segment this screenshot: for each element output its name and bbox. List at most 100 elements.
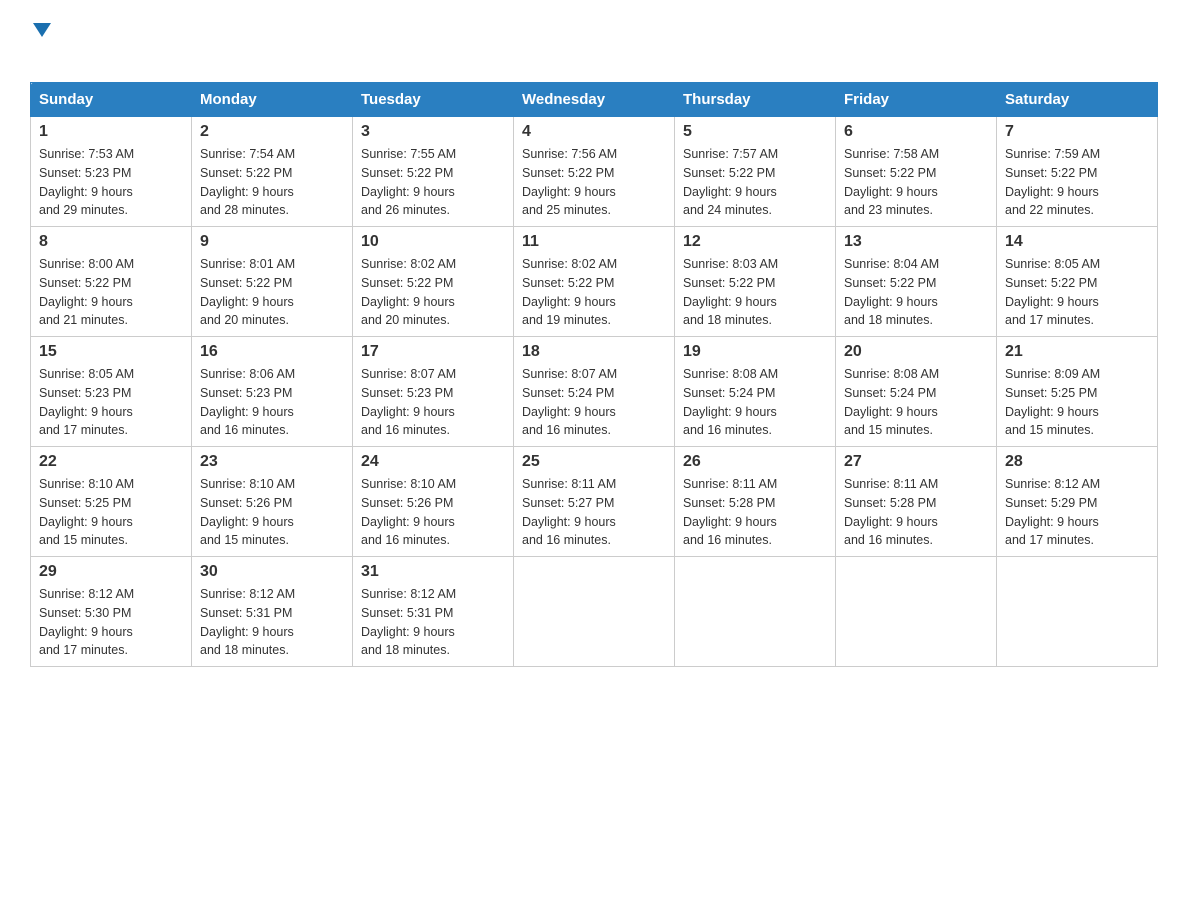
day-number: 7 (1005, 123, 1149, 141)
page-header (30, 20, 1158, 62)
calendar-cell (836, 557, 997, 667)
day-info: Sunrise: 8:12 AMSunset: 5:30 PMDaylight:… (39, 587, 134, 657)
day-number: 9 (200, 233, 344, 251)
calendar-week-row: 22 Sunrise: 8:10 AMSunset: 5:25 PMDayligh… (31, 447, 1158, 557)
col-header-saturday: Saturday (997, 83, 1158, 117)
calendar-cell: 6 Sunrise: 7:58 AMSunset: 5:22 PMDaylight… (836, 117, 997, 227)
calendar-cell: 8 Sunrise: 8:00 AMSunset: 5:22 PMDaylight… (31, 227, 192, 337)
calendar-cell: 4 Sunrise: 7:56 AMSunset: 5:22 PMDaylight… (514, 117, 675, 227)
calendar-cell: 29Sunrise: 8:12 AMSunset: 5:30 PMDayligh… (31, 557, 192, 667)
calendar-cell: 26Sunrise: 8:11 AMSunset: 5:28 PMDayligh… (675, 447, 836, 557)
day-info: Sunrise: 8:02 AMSunset: 5:22 PMDaylight:… (361, 257, 456, 327)
day-info: Sunrise: 8:05 AMSunset: 5:22 PMDaylight:… (1005, 257, 1100, 327)
day-number: 1 (39, 123, 183, 141)
day-number: 22 (39, 453, 183, 471)
calendar-week-row: 15Sunrise: 8:05 AMSunset: 5:23 PMDayligh… (31, 337, 1158, 447)
calendar-cell: 1 Sunrise: 7:53 AMSunset: 5:23 PMDaylight… (31, 117, 192, 227)
day-number: 6 (844, 123, 988, 141)
day-number: 24 (361, 453, 505, 471)
calendar-cell: 23 Sunrise: 8:10 AMSunset: 5:26 PMDayligh… (192, 447, 353, 557)
logo (30, 20, 51, 62)
calendar-cell: 16 Sunrise: 8:06 AMSunset: 5:23 PMDayligh… (192, 337, 353, 447)
day-number: 2 (200, 123, 344, 141)
day-info: Sunrise: 8:03 AMSunset: 5:22 PMDaylight:… (683, 257, 778, 327)
day-info: Sunrise: 7:58 AMSunset: 5:22 PMDaylight:… (844, 147, 939, 217)
day-info: Sunrise: 8:11 AMSunset: 5:28 PMDaylight:… (683, 477, 777, 547)
day-info: Sunrise: 8:00 AMSunset: 5:22 PMDaylight:… (39, 257, 134, 327)
day-info: Sunrise: 7:54 AMSunset: 5:22 PMDaylight:… (200, 147, 295, 217)
day-number: 11 (522, 233, 666, 251)
day-info: Sunrise: 8:12 AMSunset: 5:29 PMDaylight:… (1005, 477, 1100, 547)
day-info: Sunrise: 8:09 AMSunset: 5:25 PMDaylight:… (1005, 367, 1100, 437)
day-info: Sunrise: 8:01 AMSunset: 5:22 PMDaylight:… (200, 257, 295, 327)
day-number: 4 (522, 123, 666, 141)
calendar-cell: 14 Sunrise: 8:05 AMSunset: 5:22 PMDayligh… (997, 227, 1158, 337)
calendar-cell: 15Sunrise: 8:05 AMSunset: 5:23 PMDayligh… (31, 337, 192, 447)
day-info: Sunrise: 8:05 AMSunset: 5:23 PMDaylight:… (39, 367, 134, 437)
day-info: Sunrise: 8:04 AMSunset: 5:22 PMDaylight:… (844, 257, 939, 327)
day-number: 28 (1005, 453, 1149, 471)
day-info: Sunrise: 8:08 AMSunset: 5:24 PMDaylight:… (683, 367, 778, 437)
day-number: 19 (683, 343, 827, 361)
calendar-cell (675, 557, 836, 667)
day-number: 16 (200, 343, 344, 361)
col-header-monday: Monday (192, 83, 353, 117)
col-header-thursday: Thursday (675, 83, 836, 117)
calendar-cell: 9 Sunrise: 8:01 AMSunset: 5:22 PMDaylight… (192, 227, 353, 337)
day-number: 21 (1005, 343, 1149, 361)
calendar-cell: 7Sunrise: 7:59 AMSunset: 5:22 PMDaylight… (997, 117, 1158, 227)
calendar-header-row: SundayMondayTuesdayWednesdayThursdayFrid… (31, 83, 1158, 117)
day-number: 13 (844, 233, 988, 251)
calendar-cell: 27Sunrise: 8:11 AMSunset: 5:28 PMDayligh… (836, 447, 997, 557)
calendar-cell: 24Sunrise: 8:10 AMSunset: 5:26 PMDayligh… (353, 447, 514, 557)
day-number: 17 (361, 343, 505, 361)
calendar-cell: 25Sunrise: 8:11 AMSunset: 5:27 PMDayligh… (514, 447, 675, 557)
day-info: Sunrise: 8:06 AMSunset: 5:23 PMDaylight:… (200, 367, 295, 437)
calendar-cell: 3 Sunrise: 7:55 AMSunset: 5:22 PMDaylight… (353, 117, 514, 227)
calendar-cell: 2 Sunrise: 7:54 AMSunset: 5:22 PMDaylight… (192, 117, 353, 227)
calendar-week-row: 29Sunrise: 8:12 AMSunset: 5:30 PMDayligh… (31, 557, 1158, 667)
day-number: 14 (1005, 233, 1149, 251)
day-info: Sunrise: 8:10 AMSunset: 5:25 PMDaylight:… (39, 477, 134, 547)
day-number: 31 (361, 563, 505, 581)
calendar-cell: 19 Sunrise: 8:08 AMSunset: 5:24 PMDayligh… (675, 337, 836, 447)
day-info: Sunrise: 7:53 AMSunset: 5:23 PMDaylight:… (39, 147, 134, 217)
day-info: Sunrise: 8:10 AMSunset: 5:26 PMDaylight:… (200, 477, 295, 547)
day-number: 8 (39, 233, 183, 251)
day-info: Sunrise: 8:11 AMSunset: 5:28 PMDaylight:… (844, 477, 938, 547)
day-number: 5 (683, 123, 827, 141)
day-number: 23 (200, 453, 344, 471)
day-info: Sunrise: 8:11 AMSunset: 5:27 PMDaylight:… (522, 477, 616, 547)
calendar-cell: 30 Sunrise: 8:12 AMSunset: 5:31 PMDayligh… (192, 557, 353, 667)
calendar-cell (997, 557, 1158, 667)
calendar-cell: 5Sunrise: 7:57 AMSunset: 5:22 PMDaylight… (675, 117, 836, 227)
day-info: Sunrise: 8:07 AMSunset: 5:23 PMDaylight:… (361, 367, 456, 437)
day-info: Sunrise: 8:08 AMSunset: 5:24 PMDaylight:… (844, 367, 939, 437)
day-info: Sunrise: 7:55 AMSunset: 5:22 PMDaylight:… (361, 147, 456, 217)
calendar-cell: 22 Sunrise: 8:10 AMSunset: 5:25 PMDayligh… (31, 447, 192, 557)
day-number: 12 (683, 233, 827, 251)
day-number: 18 (522, 343, 666, 361)
calendar-cell: 21 Sunrise: 8:09 AMSunset: 5:25 PMDayligh… (997, 337, 1158, 447)
day-info: Sunrise: 7:56 AMSunset: 5:22 PMDaylight:… (522, 147, 617, 217)
day-info: Sunrise: 8:12 AMSunset: 5:31 PMDaylight:… (200, 587, 295, 657)
col-header-friday: Friday (836, 83, 997, 117)
calendar-table: SundayMondayTuesdayWednesdayThursdayFrid… (30, 82, 1158, 667)
day-info: Sunrise: 8:12 AMSunset: 5:31 PMDaylight:… (361, 587, 456, 657)
day-number: 3 (361, 123, 505, 141)
day-info: Sunrise: 8:07 AMSunset: 5:24 PMDaylight:… (522, 367, 617, 437)
calendar-cell: 28 Sunrise: 8:12 AMSunset: 5:29 PMDayligh… (997, 447, 1158, 557)
calendar-cell: 11 Sunrise: 8:02 AMSunset: 5:22 PMDayligh… (514, 227, 675, 337)
calendar-week-row: 8 Sunrise: 8:00 AMSunset: 5:22 PMDaylight… (31, 227, 1158, 337)
col-header-sunday: Sunday (31, 83, 192, 117)
calendar-cell: 31 Sunrise: 8:12 AMSunset: 5:31 PMDayligh… (353, 557, 514, 667)
calendar-week-row: 1 Sunrise: 7:53 AMSunset: 5:23 PMDaylight… (31, 117, 1158, 227)
logo-triangle-icon (33, 23, 51, 37)
calendar-cell: 10Sunrise: 8:02 AMSunset: 5:22 PMDayligh… (353, 227, 514, 337)
calendar-cell: 17 Sunrise: 8:07 AMSunset: 5:23 PMDayligh… (353, 337, 514, 447)
col-header-wednesday: Wednesday (514, 83, 675, 117)
calendar-cell: 12 Sunrise: 8:03 AMSunset: 5:22 PMDayligh… (675, 227, 836, 337)
day-number: 30 (200, 563, 344, 581)
col-header-tuesday: Tuesday (353, 83, 514, 117)
day-info: Sunrise: 8:02 AMSunset: 5:22 PMDaylight:… (522, 257, 617, 327)
